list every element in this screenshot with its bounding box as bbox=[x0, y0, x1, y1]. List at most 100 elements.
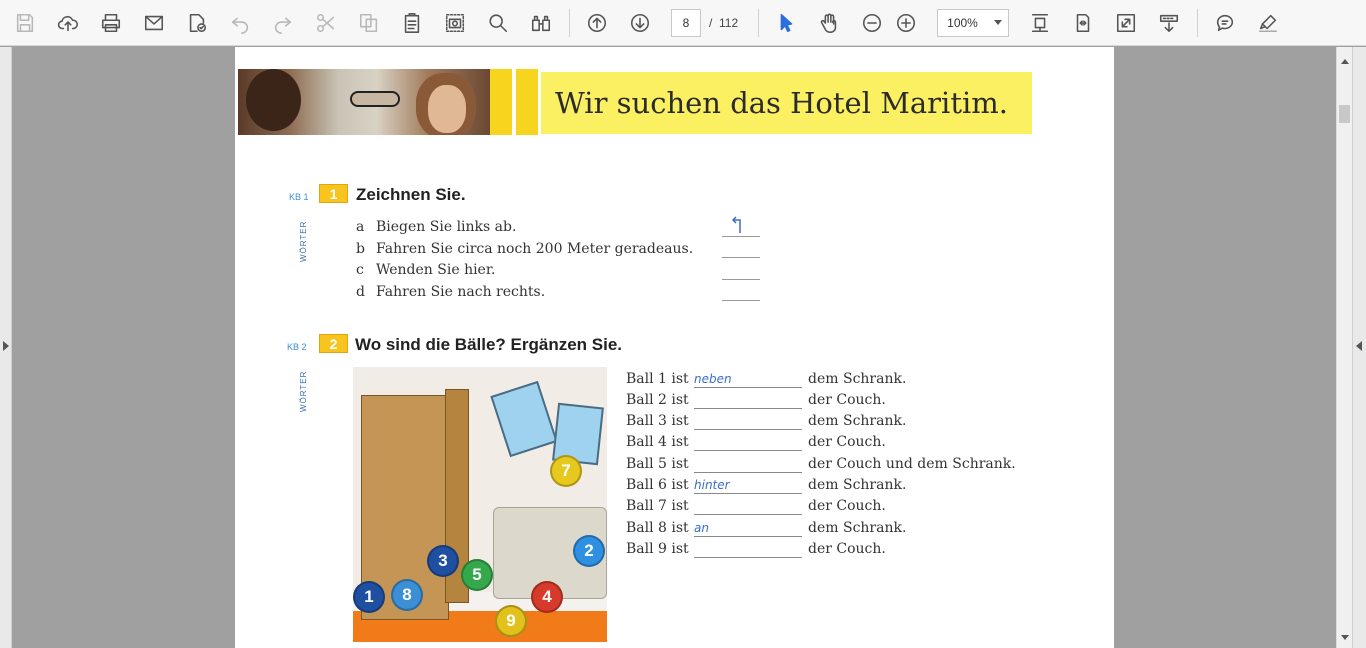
highlight-button[interactable] bbox=[1251, 6, 1285, 40]
sentence-start: Ball 6 ist bbox=[626, 477, 689, 493]
save-button[interactable] bbox=[8, 6, 42, 40]
sentence-start: Ball 1 ist bbox=[626, 371, 689, 387]
sentence-end: der Couch und dem Schrank. bbox=[808, 456, 1016, 472]
ball-4: 4 bbox=[531, 581, 563, 613]
ball-3: 3 bbox=[427, 545, 459, 577]
sentence-start: Ball 2 ist bbox=[626, 392, 689, 408]
sentence-start: Ball 8 ist bbox=[626, 520, 689, 536]
toolbar: 8 / 112 100% bbox=[0, 0, 1366, 46]
turn-left-arrow-icon bbox=[731, 216, 741, 233]
zoom-out-button[interactable] bbox=[855, 6, 889, 40]
handwritten-answer: an bbox=[694, 521, 709, 535]
fit-width-button[interactable] bbox=[1066, 6, 1100, 40]
paste-button[interactable] bbox=[395, 6, 429, 40]
copy-icon bbox=[359, 13, 378, 32]
fullscreen-button[interactable] bbox=[1109, 6, 1143, 40]
page-count: / 112 bbox=[709, 16, 738, 30]
previous-page-button[interactable] bbox=[580, 6, 614, 40]
cut-button[interactable] bbox=[309, 6, 343, 40]
ball-8: 8 bbox=[391, 579, 423, 611]
sentence-end: der Couch. bbox=[808, 498, 886, 514]
scroll-up-icon[interactable] bbox=[1341, 59, 1349, 64]
blank-line bbox=[694, 514, 802, 515]
sentence-start: Ball 7 ist bbox=[626, 498, 689, 514]
scrollbar-thumb[interactable] bbox=[1339, 105, 1350, 123]
fit-page-icon bbox=[1032, 13, 1049, 32]
sentence-end: dem Schrank. bbox=[808, 477, 907, 493]
read-mode-button[interactable] bbox=[1152, 6, 1186, 40]
page-number-input[interactable]: 8 bbox=[671, 8, 701, 37]
banner-photo bbox=[238, 69, 490, 135]
room-illustration: 7 2 5 3 1 8 4 9 bbox=[353, 367, 607, 642]
toolbar-separator bbox=[1197, 8, 1199, 37]
zoom-select[interactable]: 100% bbox=[937, 8, 1010, 37]
select-tool-button[interactable] bbox=[769, 6, 803, 40]
scroll-down-arrow-icon[interactable] bbox=[1341, 635, 1349, 640]
document-page: Wir suchen das Hotel Maritim. KB 1 1 Zei… bbox=[235, 47, 1114, 648]
snapshot-button[interactable] bbox=[438, 6, 472, 40]
banner-stripe bbox=[490, 69, 512, 135]
find-button[interactable] bbox=[524, 6, 558, 40]
save-icon bbox=[16, 13, 34, 32]
comment-button[interactable] bbox=[1208, 6, 1242, 40]
sentence-end: der Couch. bbox=[808, 434, 886, 450]
print-button[interactable] bbox=[94, 6, 128, 40]
blank-line bbox=[694, 450, 802, 451]
woerter-label: WÖRTER bbox=[299, 220, 308, 262]
task-title: Zeichnen Sie. bbox=[356, 185, 466, 204]
person-silhouette bbox=[246, 69, 301, 131]
properties-button[interactable] bbox=[180, 6, 214, 40]
blank-line bbox=[694, 493, 802, 494]
item-letter: c bbox=[356, 262, 364, 278]
toolbar-separator bbox=[758, 8, 760, 37]
left-panel-toggle[interactable] bbox=[0, 47, 12, 648]
sentence-start: Ball 9 ist bbox=[626, 541, 689, 557]
zoom-in-icon bbox=[897, 13, 916, 32]
ball-7: 7 bbox=[550, 455, 582, 487]
binoculars-icon bbox=[531, 15, 551, 31]
banner-stripe bbox=[516, 69, 538, 135]
copy-button[interactable] bbox=[352, 6, 386, 40]
right-panel-toggle[interactable] bbox=[1352, 47, 1366, 648]
arrow-up-circle-icon bbox=[587, 13, 607, 32]
rearview-mirror bbox=[350, 91, 400, 107]
handwritten-answer: hinter bbox=[694, 478, 730, 492]
blank-line bbox=[694, 408, 802, 409]
search-button[interactable] bbox=[481, 6, 515, 40]
highlighter-icon bbox=[1259, 14, 1278, 32]
email-button[interactable] bbox=[137, 6, 171, 40]
sentence-end: dem Schrank. bbox=[808, 520, 907, 536]
upload-button[interactable] bbox=[51, 6, 85, 40]
page-separator: / bbox=[709, 15, 713, 30]
item-text: Fahren Sie nach rechts. bbox=[376, 284, 546, 300]
task-title: Wo sind die Bälle? Ergänzen Sie. bbox=[355, 335, 623, 354]
next-page-button[interactable] bbox=[623, 6, 657, 40]
fit-page-button[interactable] bbox=[1023, 6, 1057, 40]
undo-button[interactable] bbox=[223, 6, 257, 40]
vertical-scrollbar[interactable] bbox=[1336, 47, 1352, 648]
answer-line bbox=[722, 257, 760, 258]
zoom-value: 100% bbox=[947, 15, 978, 30]
answer-line bbox=[722, 279, 760, 280]
zoom-out-icon bbox=[863, 13, 882, 32]
redo-icon bbox=[274, 17, 292, 34]
envelope-icon bbox=[144, 15, 164, 30]
hand-tool-button[interactable] bbox=[812, 6, 846, 40]
blank-line bbox=[694, 536, 802, 537]
sentence-end: der Couch. bbox=[808, 541, 886, 557]
scissors-icon bbox=[316, 13, 335, 32]
ball-1: 1 bbox=[353, 581, 385, 613]
item-letter: d bbox=[356, 284, 365, 300]
sentence-start: Ball 3 ist bbox=[626, 413, 689, 429]
printer-icon bbox=[101, 13, 121, 32]
sentence-end: dem Schrank. bbox=[808, 413, 907, 429]
chevron-left-icon bbox=[1356, 341, 1362, 351]
page-total: 112 bbox=[719, 15, 739, 30]
task-number: 1 bbox=[319, 184, 348, 203]
redo-button[interactable] bbox=[266, 6, 300, 40]
search-icon bbox=[489, 13, 508, 32]
arrow-down-circle-icon bbox=[630, 13, 650, 32]
zoom-in-button[interactable] bbox=[889, 6, 923, 40]
task-number: 2 bbox=[319, 334, 348, 353]
fit-width-icon bbox=[1076, 13, 1090, 32]
